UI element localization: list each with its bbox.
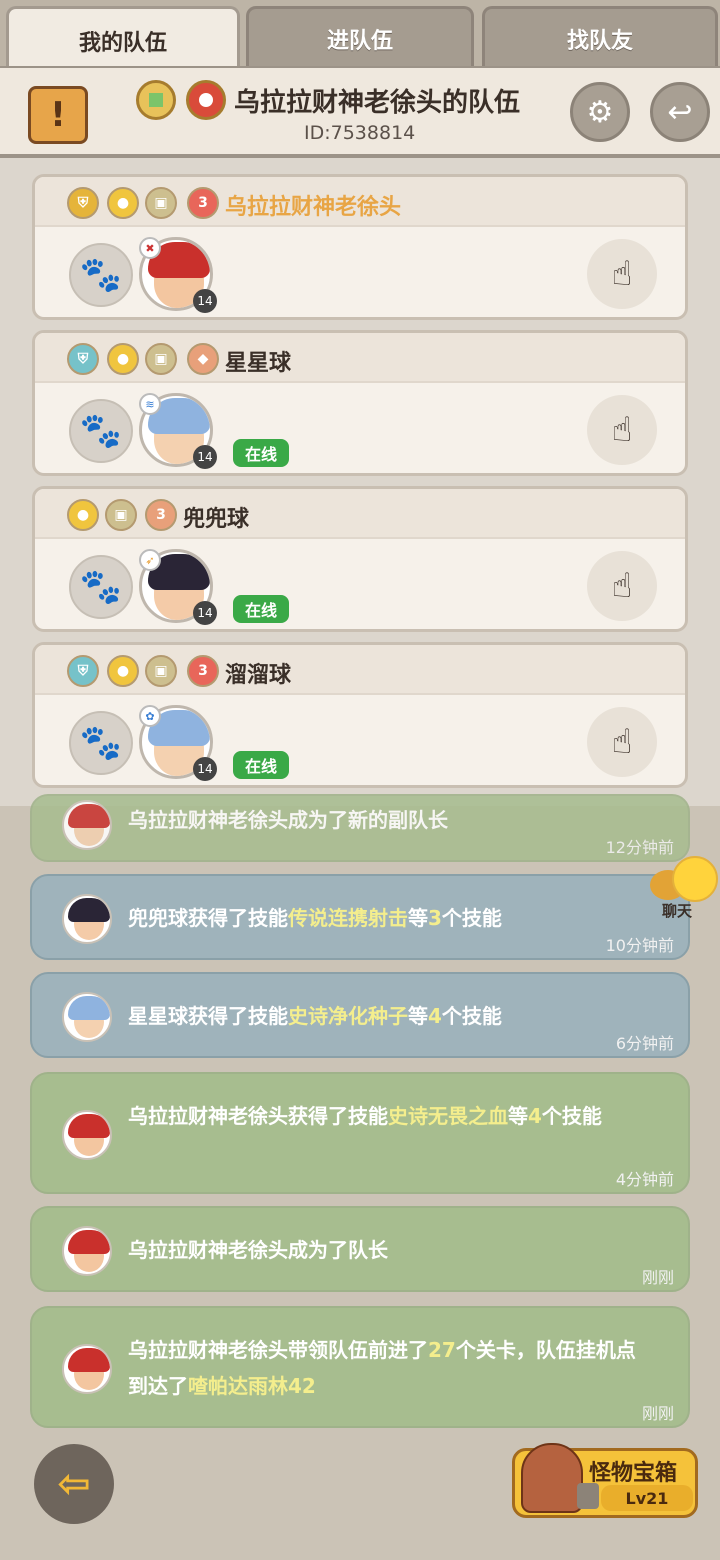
feed-item: 乌拉拉财神老徐头成为了新的副队长 12分钟前 (30, 794, 690, 862)
pig-badge-icon: ● (107, 343, 139, 375)
avatar (62, 1226, 112, 1276)
tower-badge-icon: ▣ (145, 343, 177, 375)
swap-member-icon[interactable]: ☝ (587, 551, 657, 621)
class-archer-icon: ➶ (139, 549, 161, 571)
online-status-badge: 在线 (233, 595, 289, 623)
feed-text: 乌拉拉财神老徐头带领队伍前进了27个关卡，队伍挂机点到达了喳帕达雨林42 (128, 1338, 636, 1398)
tab-bar: 我的队伍 进队伍 找队友 (0, 0, 720, 72)
avatar (62, 894, 112, 944)
class-mage-icon: ✿ (139, 705, 161, 727)
level-badge: 14 (193, 757, 217, 781)
pet-slot-empty-icon[interactable]: 🐾 (69, 399, 133, 463)
member-card: ⛨ ● ▣ 3 溜溜球 🐾 ✿ 14 在线 ☝ (32, 642, 688, 788)
avatar (62, 1344, 112, 1394)
vip-shield-icon: ⛨ (67, 343, 99, 375)
vip-shield-icon: ⛨ (67, 187, 99, 219)
pet-slot-empty-icon[interactable]: 🐾 (69, 555, 133, 619)
team-id: ID:7538814 (304, 122, 416, 144)
rank-badge-icon: 3 (145, 499, 177, 531)
feed-time: 刚刚 (641, 1268, 674, 1287)
member-card-header: ● ▣ 3 兜兜球 (35, 489, 685, 539)
feed-item: 乌拉拉财神老徐头获得了技能史诗无畏之血等4个技能 4分钟前 (30, 1072, 690, 1194)
member-card-header: ⛨ ● ▣ 3 溜溜球 (35, 645, 685, 695)
tower-badge-icon: ▣ (105, 499, 137, 531)
level-badge: 14 (193, 445, 217, 469)
manage-member-icon[interactable]: ☝ (587, 239, 657, 309)
pet-slot-empty-icon[interactable]: 🐾 (69, 243, 133, 307)
vip-shield-icon: ⛨ (67, 655, 99, 687)
class-warrior-icon: ✖ (139, 237, 161, 259)
feed-text: 星星球获得了技能史诗净化种子等4个技能 (128, 1004, 502, 1028)
feed-item: 乌拉拉财神老徐头带领队伍前进了27个关卡，队伍挂机点到达了喳帕达雨林42 刚刚 (30, 1306, 690, 1428)
tower-badge-icon: ▣ (145, 655, 177, 687)
swap-member-icon[interactable]: ☝ (587, 707, 657, 777)
avatar (62, 992, 112, 1042)
pig-badge-icon: ● (107, 655, 139, 687)
tab-join-team[interactable]: 进队伍 (246, 6, 474, 68)
member-card-header: ⛨ ● ▣ 3 乌拉拉财神老徐头 (35, 177, 685, 227)
member-list: ⛨ ● ▣ 3 乌拉拉财神老徐头 🐾 ✖ 14 ☝ ⛨ ● ▣ ◆ 星星球 🐾 … (0, 158, 720, 806)
leave-team-icon[interactable]: ↩ (650, 82, 710, 142)
swap-member-icon[interactable]: ☝ (587, 395, 657, 465)
feed-item: 兜兜球获得了技能传说连携射击等3个技能 10分钟前 (30, 874, 690, 960)
feed-item: 星星球获得了技能史诗净化种子等4个技能 6分钟前 (30, 972, 690, 1058)
feed-time: 刚刚 (641, 1404, 674, 1423)
feed-text: 乌拉拉财神老徐头成为了队长 (128, 1238, 388, 1262)
feed-time: 10分钟前 (605, 936, 674, 955)
member-card-header: ⛨ ● ▣ ◆ 星星球 (35, 333, 685, 383)
member-name: 乌拉拉财神老徐头 (225, 195, 402, 220)
pig-badge-icon: ● (107, 187, 139, 219)
feed-text: 乌拉拉财神老徐头成为了新的副队长 (128, 808, 448, 832)
team-rank-icon (186, 80, 226, 120)
online-status-badge: 在线 (233, 751, 289, 779)
chest-title: 怪物宝箱 (589, 1461, 678, 1486)
chat-button[interactable]: 聊天 (648, 854, 718, 924)
pig-badge-icon: ● (67, 499, 99, 531)
feed-item: 乌拉拉财神老徐头成为了队长 刚刚 (30, 1206, 690, 1292)
smiley-icon (672, 856, 718, 902)
online-status-badge: 在线 (233, 439, 289, 467)
class-mage-icon: ≋ (139, 393, 161, 415)
member-card: ⛨ ● ▣ ◆ 星星球 🐾 ≋ 14 在线 ☝ (32, 330, 688, 476)
settings-gear-icon[interactable]: ⚙ (570, 82, 630, 142)
feed-time: 6分钟前 (615, 1034, 674, 1053)
avatar (62, 1110, 112, 1160)
monster-chest-button[interactable]: 怪物宝箱 Lv21 (512, 1443, 698, 1518)
back-arrow-icon[interactable]: ⇦ (34, 1444, 114, 1524)
rank-badge-icon: 3 (187, 187, 219, 219)
tab-my-team[interactable]: 我的队伍 (6, 6, 240, 72)
level-badge: 14 (193, 601, 217, 625)
rank-badge-icon: ◆ (187, 343, 219, 375)
feed-text: 兜兜球获得了技能传说连携射击等3个技能 (128, 906, 502, 930)
boar-icon (521, 1443, 583, 1513)
notice-scroll-icon[interactable]: ! (28, 86, 88, 144)
rank-badge-icon: 3 (187, 655, 219, 687)
tab-find-teammates[interactable]: 找队友 (482, 6, 718, 68)
member-name: 星星球 (225, 351, 292, 376)
avatar (62, 800, 112, 850)
feed-time: 4分钟前 (615, 1170, 674, 1189)
member-card: ● ▣ 3 兜兜球 🐾 ➶ 14 在线 ☝ (32, 486, 688, 632)
member-name: 兜兜球 (183, 507, 250, 532)
chest-level: Lv21 (601, 1485, 693, 1511)
tower-badge-icon: ▣ (145, 187, 177, 219)
team-title: 乌拉拉财神老徐头的队伍 (234, 88, 521, 118)
feed-text: 乌拉拉财神老徐头获得了技能史诗无畏之血等4个技能 (128, 1104, 602, 1128)
team-emblem-icon (136, 80, 176, 120)
level-badge: 14 (193, 289, 217, 313)
pet-slot-empty-icon[interactable]: 🐾 (69, 711, 133, 775)
member-name: 溜溜球 (225, 663, 292, 688)
member-card: ⛨ ● ▣ 3 乌拉拉财神老徐头 🐾 ✖ 14 ☝ (32, 174, 688, 320)
